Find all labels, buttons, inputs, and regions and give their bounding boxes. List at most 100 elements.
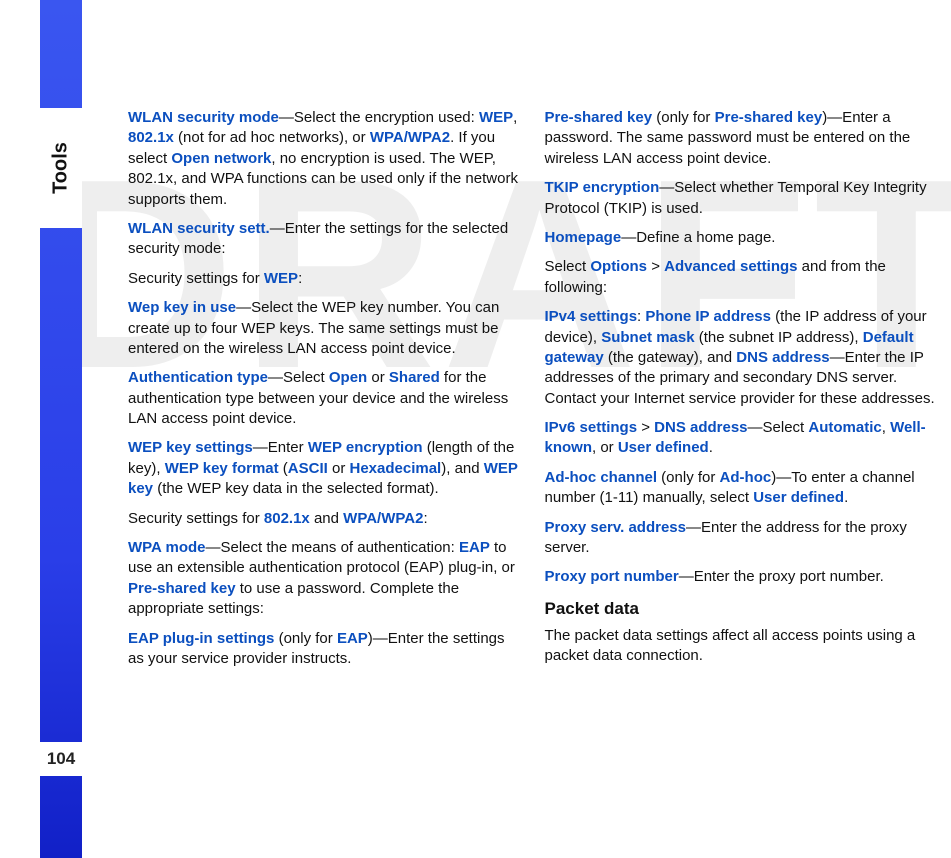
term: User defined	[618, 439, 709, 456]
text: Security settings for	[128, 270, 264, 287]
term: WEP	[479, 109, 513, 126]
text: or	[367, 369, 389, 386]
term: Pre-shared key	[545, 109, 653, 126]
term: Pre-shared key	[128, 580, 236, 597]
text: and	[310, 510, 343, 527]
text: —Select	[748, 419, 809, 436]
text: (the WEP key data in the selected format…	[153, 480, 439, 497]
text: —Select the encryption used:	[279, 109, 479, 126]
text: :	[423, 510, 427, 527]
text: (only for	[652, 109, 715, 126]
term: Automatic	[808, 419, 881, 436]
term: 802.1x	[264, 510, 310, 527]
para-ipv4: IPv4 settings: Phone IP address (the IP …	[545, 307, 940, 409]
term: WPA mode	[128, 539, 206, 556]
para-wlan-security-sett: WLAN security sett.—Enter the settings f…	[128, 219, 523, 260]
term: ASCII	[288, 460, 328, 477]
text: ,	[513, 109, 517, 126]
term: Ad-hoc	[720, 469, 772, 486]
term: Pre-shared key	[715, 109, 823, 126]
para-homepage: Homepage—Define a home page.	[545, 228, 940, 248]
page-number: 104	[40, 742, 82, 776]
text: ,	[882, 419, 890, 436]
term: WEP encryption	[308, 439, 423, 456]
section-label: Tools	[50, 142, 73, 194]
term: Proxy port number	[545, 568, 679, 585]
text: (the gateway), and	[604, 349, 737, 366]
term: DNS address	[736, 349, 829, 366]
term: WLAN security sett.	[128, 220, 270, 237]
heading-packet-data: Packet data	[545, 597, 940, 620]
para-packet-data: The packet data settings affect all acce…	[545, 626, 940, 667]
term: EAP plug-in settings	[128, 630, 274, 647]
term: Phone IP address	[645, 308, 771, 325]
term: WEP	[264, 270, 298, 287]
text: or	[328, 460, 350, 477]
term: EAP	[459, 539, 490, 556]
para-wep-key-in-use: Wep key in use—Select the WEP key number…	[128, 298, 523, 359]
body-content: WLAN security mode—Select the encryption…	[128, 108, 939, 818]
para-sec-8021x-wpa: Security settings for 802.1x and WPA/WPA…	[128, 509, 523, 529]
para-sec-wep: Security settings for WEP:	[128, 269, 523, 289]
term: Hexadecimal	[350, 460, 442, 477]
text: Select	[545, 258, 591, 275]
term: DNS address	[654, 419, 747, 436]
term: WLAN security mode	[128, 109, 279, 126]
section-tab: Tools	[40, 108, 82, 228]
text: —Select the means of authentication:	[206, 539, 459, 556]
term: Proxy serv. address	[545, 519, 686, 536]
term: IPv4 settings	[545, 308, 638, 325]
text: (only for	[657, 469, 720, 486]
text: :	[298, 270, 302, 287]
term: Shared	[389, 369, 440, 386]
text: —Define a home page.	[621, 229, 775, 246]
term: IPv6 settings	[545, 419, 638, 436]
para-wep-key-settings: WEP key settings—Enter WEP encryption (l…	[128, 438, 523, 499]
term: EAP	[337, 630, 368, 647]
term: WEP key settings	[128, 439, 253, 456]
term: Open network	[171, 150, 271, 167]
term: Authentication type	[128, 369, 268, 386]
text: (the subnet IP address),	[695, 329, 863, 346]
term: Subnet mask	[601, 329, 694, 346]
para-proxy-address: Proxy serv. address—Enter the address fo…	[545, 518, 940, 559]
text: —Select	[268, 369, 329, 386]
text: —Enter the proxy port number.	[679, 568, 884, 585]
text: .	[844, 489, 848, 506]
term: Wep key in use	[128, 299, 236, 316]
page: DRAFT Tools 104 WLAN security mode—Selec…	[0, 0, 951, 858]
term: Ad-hoc channel	[545, 469, 658, 486]
term: User defined	[753, 489, 844, 506]
term: WPA/WPA2	[370, 129, 450, 146]
text: The packet data settings affect all acce…	[545, 627, 916, 664]
term: Homepage	[545, 229, 622, 246]
para-proxy-port: Proxy port number—Enter the proxy port n…	[545, 567, 940, 587]
para-adhoc-channel: Ad-hoc channel (only for Ad-hoc)—To ente…	[545, 468, 940, 509]
text: .	[709, 439, 713, 456]
text: (not for ad hoc networks), or	[174, 129, 370, 146]
term: Advanced settings	[664, 258, 797, 275]
para-eap-plugin: EAP plug-in settings (only for EAP)—Ente…	[128, 629, 523, 670]
term: WPA/WPA2	[343, 510, 423, 527]
para-tkip: TKIP encryption—Select whether Temporal …	[545, 178, 940, 219]
term: WEP key format	[165, 460, 279, 477]
para-ipv6: IPv6 settings > DNS address—Select Autom…	[545, 418, 940, 459]
text: ), and	[441, 460, 484, 477]
para-auth-type: Authentication type—Select Open or Share…	[128, 368, 523, 429]
text: Security settings for	[128, 510, 264, 527]
term: Options	[590, 258, 647, 275]
text: —Enter	[253, 439, 308, 456]
text: (	[279, 460, 288, 477]
term: 802.1x	[128, 129, 174, 146]
text: , or	[592, 439, 618, 456]
para-options-advanced: Select Options > Advanced settings and f…	[545, 257, 940, 298]
column-left: WLAN security mode—Select the encryption…	[128, 108, 523, 818]
column-right: Pre-shared key (only for Pre-shared key)…	[545, 108, 940, 818]
text: >	[647, 258, 664, 275]
text: >	[637, 419, 654, 436]
para-pre-shared-key: Pre-shared key (only for Pre-shared key)…	[545, 108, 940, 169]
text: (only for	[274, 630, 337, 647]
para-wpa-mode: WPA mode—Select the means of authenticat…	[128, 538, 523, 620]
para-wlan-security-mode: WLAN security mode—Select the encryption…	[128, 108, 523, 210]
term: Open	[329, 369, 367, 386]
